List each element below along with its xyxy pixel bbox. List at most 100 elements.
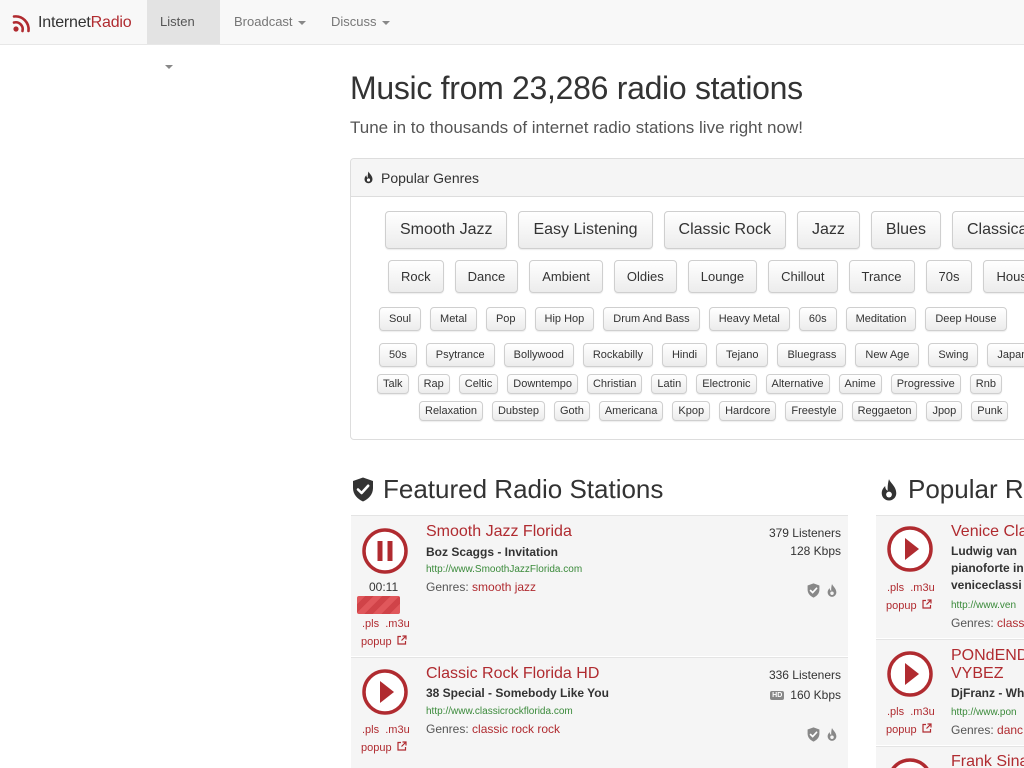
genre-tag[interactable]: Classical [951, 211, 1024, 249]
genre-tag[interactable]: Easy Listening [518, 211, 653, 249]
genre-tag[interactable]: 60s [798, 307, 837, 331]
genre-tag[interactable]: Chillout [768, 260, 838, 293]
genre-tag[interactable]: Dance [454, 260, 519, 293]
station-card[interactable]: .pls .m3u popup Classic Rock Florida HD … [351, 657, 848, 768]
pls-link[interactable]: .pls [887, 706, 904, 718]
genre-tag[interactable]: Smooth Jazz [385, 211, 508, 249]
station-name-line[interactable]: PONdEND [951, 647, 1024, 665]
genre-tag[interactable]: Punk [971, 401, 1009, 421]
m3u-link[interactable]: .m3u [385, 618, 409, 630]
pause-button[interactable] [360, 526, 410, 576]
genre-tag[interactable]: Christian [586, 374, 643, 394]
genre-tag[interactable]: Freestyle [785, 401, 843, 421]
station-name[interactable]: Venice Cla [951, 523, 1024, 541]
genre-tag[interactable]: Americana [598, 401, 664, 421]
genre-tag[interactable]: Lounge [687, 260, 758, 293]
genre-tag[interactable]: Kpop [672, 401, 711, 421]
station-url[interactable]: http://www.classicrockflorida.com [426, 706, 573, 717]
genre-tag[interactable]: Ambient [529, 260, 603, 293]
genre-tag[interactable]: Progressive [890, 374, 961, 394]
play-button[interactable] [885, 756, 935, 768]
genre-tag[interactable]: Celtic [458, 374, 499, 394]
nav-broadcast[interactable]: Broadcast [221, 0, 319, 44]
genre-tag[interactable]: Pop [485, 307, 526, 331]
genre-link[interactable]: class [997, 616, 1024, 630]
brand-logo[interactable]: InternetRadio [12, 10, 132, 36]
station-url[interactable]: http://www.ven [951, 600, 1016, 611]
genre-tag[interactable]: Goth [553, 401, 590, 421]
genre-tag[interactable]: Rock [388, 260, 444, 293]
genre-tag[interactable]: New Age [855, 343, 920, 367]
genre-tag[interactable]: Drum And Bass [603, 307, 700, 331]
genres-label: Genres: [426, 722, 469, 736]
genre-tag[interactable]: Deep House [925, 307, 1007, 331]
genre-tag[interactable]: Classic Rock [663, 211, 787, 249]
genre-tag[interactable]: Metal [430, 307, 477, 331]
genre-row-md: 50s Psytrance Bollywood Rockabilly Hindi Teja… [379, 343, 1024, 367]
station-url[interactable]: http://www.pon [951, 707, 1017, 718]
genre-tag[interactable]: Meditation [845, 307, 917, 331]
genre-link[interactable]: danc [997, 723, 1023, 737]
station-name[interactable]: Frank Sina [951, 753, 1024, 768]
genre-tag[interactable]: Oldies [613, 260, 677, 293]
genre-tag[interactable]: Japanese [987, 343, 1024, 367]
genre-tag[interactable]: Downtempo [507, 374, 578, 394]
genre-tag[interactable]: Bollywood [503, 343, 574, 367]
genre-tag[interactable]: Heavy Metal [708, 307, 790, 331]
m3u-link[interactable]: .m3u [385, 724, 409, 736]
play-button[interactable] [885, 649, 935, 699]
genre-tag[interactable]: Rap [417, 374, 450, 394]
volume-bar[interactable] [357, 596, 400, 614]
genre-tag[interactable]: Talk [377, 374, 409, 394]
genre-tag[interactable]: Hardcore [719, 401, 777, 421]
station-card[interactable]: Frank Sina [876, 746, 1024, 768]
genre-tag[interactable]: Reggaeton [851, 401, 918, 421]
popup-link[interactable]: popup [886, 599, 932, 612]
play-button[interactable] [360, 667, 410, 717]
genre-tag[interactable]: Hip Hop [534, 307, 595, 331]
genre-link[interactable]: classic rock rock [472, 722, 560, 736]
genre-tag[interactable]: Tejano [716, 343, 769, 367]
genre-tag[interactable]: Jazz [797, 211, 860, 249]
genre-tag[interactable]: Electronic [696, 374, 757, 394]
genre-tag[interactable]: Swing [928, 343, 979, 367]
popup-link[interactable]: popup [361, 741, 407, 754]
nav-listen[interactable]: Listen [147, 0, 220, 69]
shield-check-icon [353, 477, 373, 502]
station-card[interactable]: .pls .m3u popup Venice Cla Ludwig van pi… [876, 515, 1024, 638]
genre-tag[interactable]: Blues [870, 211, 941, 249]
genre-tag[interactable]: Rockabilly [582, 343, 653, 367]
genre-link[interactable]: smooth jazz [472, 580, 536, 594]
station-genres: Genres: classic rock rock [426, 722, 560, 736]
station-card[interactable]: .pls .m3u popup PONdEND VYBEZ DjFranz - … [876, 639, 1024, 745]
genre-tag[interactable]: Anime [838, 374, 882, 394]
station-url[interactable]: http://www.SmoothJazzFlorida.com [426, 564, 582, 575]
genre-tag[interactable]: Relaxation [419, 401, 483, 421]
pls-link[interactable]: .pls [362, 618, 379, 630]
genre-tag[interactable]: Hindi [661, 343, 708, 367]
genre-tag[interactable]: House [983, 260, 1024, 293]
m3u-link[interactable]: .m3u [910, 706, 934, 718]
m3u-link[interactable]: .m3u [910, 582, 934, 594]
genre-tag[interactable]: Rnb [969, 374, 1002, 394]
genre-tag[interactable]: Alternative [765, 374, 830, 394]
play-button[interactable] [885, 524, 935, 574]
pls-link[interactable]: .pls [362, 724, 379, 736]
genre-tag[interactable]: 50s [379, 343, 417, 367]
nav-discuss[interactable]: Discuss [318, 0, 403, 44]
genre-tag[interactable]: 70s [925, 260, 973, 293]
genre-tag[interactable]: Dubstep [491, 401, 545, 421]
genre-tag[interactable]: Soul [379, 307, 422, 331]
station-card[interactable]: 00:11 .pls .m3u popup Smooth Jazz Florid… [351, 515, 848, 656]
station-name-line[interactable]: VYBEZ [951, 665, 1003, 683]
genre-tag[interactable]: Jpop [926, 401, 963, 421]
pls-link[interactable]: .pls [887, 582, 904, 594]
popup-link[interactable]: popup [361, 635, 407, 648]
genre-tag[interactable]: Psytrance [425, 343, 495, 367]
station-name[interactable]: Classic Rock Florida HD [426, 665, 599, 683]
genre-tag[interactable]: Trance [848, 260, 915, 293]
station-name[interactable]: Smooth Jazz Florida [426, 523, 572, 541]
genre-tag[interactable]: Latin [651, 374, 688, 394]
popup-link[interactable]: popup [886, 723, 932, 736]
genre-tag[interactable]: Bluegrass [777, 343, 847, 367]
